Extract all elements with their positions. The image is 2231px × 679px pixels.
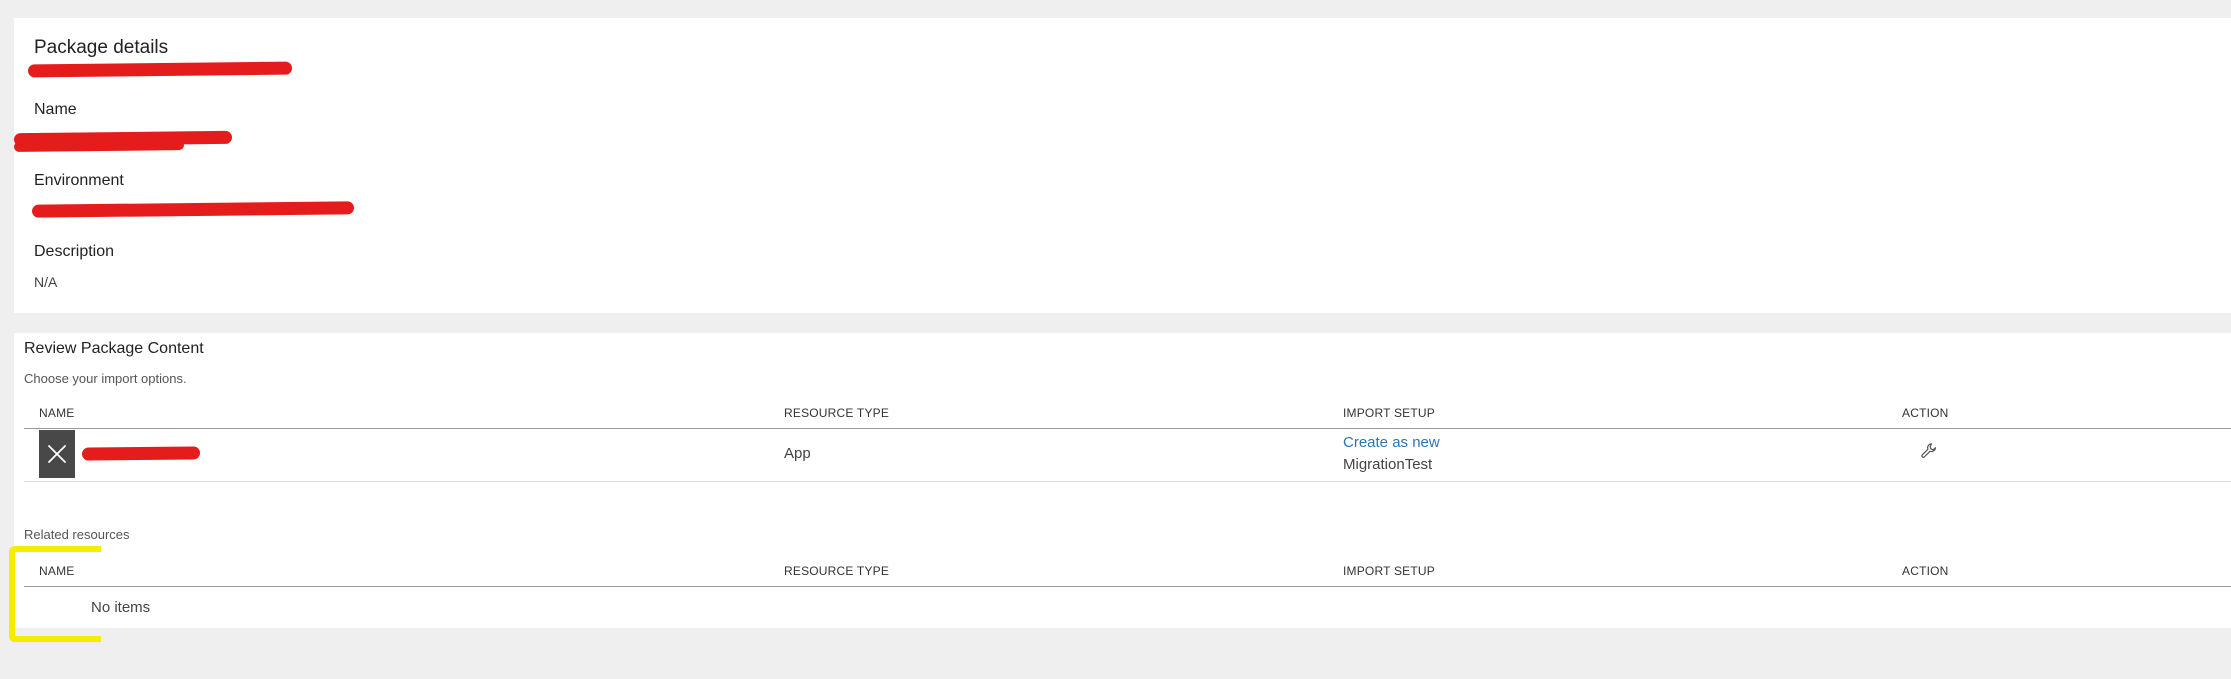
column-header-action[interactable]: ACTION bbox=[1902, 406, 1949, 420]
related-header-divider bbox=[24, 586, 2231, 587]
close-x-icon bbox=[48, 445, 66, 463]
redacted-resource-name bbox=[81, 446, 201, 461]
related-column-header-resource-type[interactable]: RESOURCE TYPE bbox=[784, 564, 889, 578]
redacted-package-title bbox=[27, 61, 293, 78]
column-header-resource-type[interactable]: RESOURCE TYPE bbox=[784, 406, 889, 420]
environment-label: Environment bbox=[34, 172, 124, 189]
app-tile bbox=[39, 430, 75, 478]
highlight-bracket bbox=[9, 546, 101, 642]
column-header-name[interactable]: NAME bbox=[39, 406, 74, 420]
package-details-title: Package details bbox=[34, 37, 169, 58]
column-header-import-setup[interactable]: IMPORT SETUP bbox=[1343, 406, 1435, 420]
related-column-header-import-setup[interactable]: IMPORT SETUP bbox=[1343, 564, 1435, 578]
resource-type-cell: App bbox=[784, 445, 811, 462]
import-target-name: MigrationTest bbox=[1343, 456, 1433, 473]
name-label: Name bbox=[34, 101, 77, 118]
description-label: Description bbox=[34, 243, 115, 260]
row-divider bbox=[24, 481, 2231, 482]
redacted-name-value-2 bbox=[13, 140, 185, 152]
create-as-new-link[interactable]: Create as new bbox=[1343, 434, 1440, 451]
redacted-environment-value bbox=[31, 201, 355, 218]
package-details-card: Package details Name Environment Descrip… bbox=[13, 18, 2231, 313]
description-value: N/A bbox=[34, 274, 58, 290]
wrench-icon[interactable] bbox=[1920, 442, 1938, 465]
review-subtitle: Choose your import options. bbox=[24, 371, 187, 386]
related-resources-title: Related resources bbox=[24, 527, 130, 542]
review-package-content-title: Review Package Content bbox=[24, 340, 204, 357]
review-package-content-card: Review Package Content Choose your impor… bbox=[14, 333, 2231, 628]
related-column-header-action[interactable]: ACTION bbox=[1902, 564, 1949, 578]
header-divider bbox=[24, 428, 2231, 429]
